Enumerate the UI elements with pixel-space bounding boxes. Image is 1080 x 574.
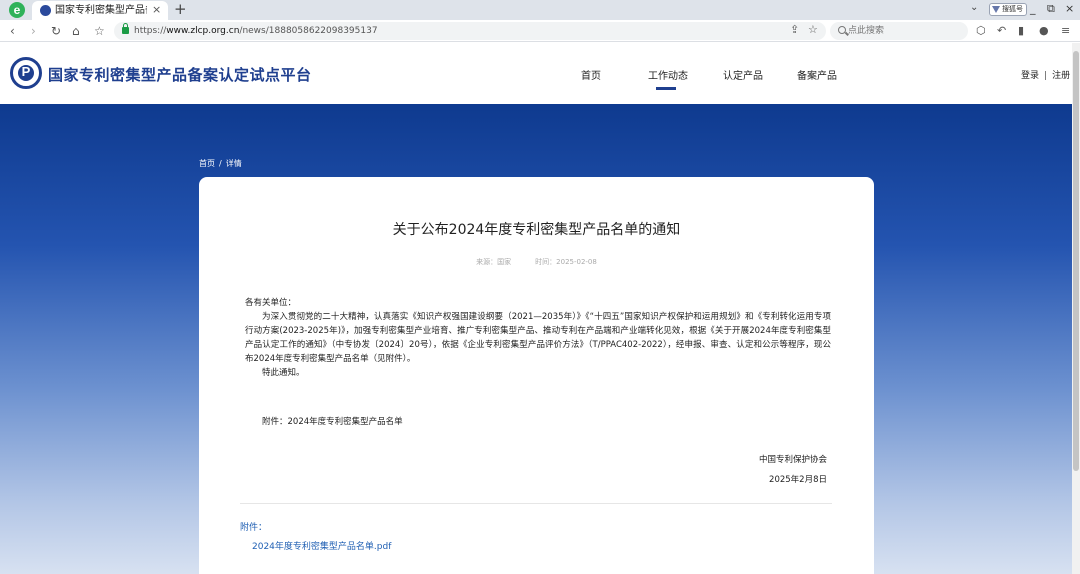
share-icon[interactable]: ⇪ bbox=[790, 23, 799, 36]
nav-item-certified-products[interactable]: 认定产品 bbox=[723, 67, 763, 82]
new-tab-button[interactable]: + bbox=[174, 0, 187, 19]
tab-list-chevron-icon[interactable]: ⌄ bbox=[970, 2, 978, 13]
auth-links: 登录 | 注册 bbox=[1021, 68, 1070, 81]
browser-toolbar: ‹ › ↻ ⌂ ☆ https://www.zlcp.org.cn/news/1… bbox=[0, 20, 1080, 42]
site-favicon-icon bbox=[40, 5, 51, 16]
menu-icon[interactable]: ≡ bbox=[1061, 24, 1070, 38]
address-bar[interactable]: https://www.zlcp.org.cn/news/18880586220… bbox=[114, 22, 826, 40]
article-salutation: 各有关单位： bbox=[245, 298, 297, 308]
back-button[interactable]: ‹ bbox=[10, 23, 15, 39]
article-card: 关于公布2024年度专利密集型产品名单的通知 来源：国家 时间：2025-02-0… bbox=[199, 177, 874, 574]
breadcrumb-home[interactable]: 首页 bbox=[199, 159, 215, 168]
nav-item-filed-products[interactable]: 备案产品 bbox=[797, 67, 837, 82]
tab-title: 国家专利密集型产品备案认 bbox=[55, 5, 147, 16]
site-logo-icon[interactable] bbox=[10, 57, 42, 89]
site-title[interactable]: 国家专利密集型产品备案认定试点平台 bbox=[48, 64, 312, 85]
browser-tab[interactable]: 国家专利密集型产品备案认 × bbox=[32, 1, 168, 20]
profile-badge[interactable]: 搜狐号 bbox=[989, 3, 1027, 16]
lock-icon bbox=[122, 23, 129, 34]
nav-item-home[interactable]: 首页 bbox=[581, 67, 601, 82]
signature-date: 2025年2月8日 bbox=[769, 475, 827, 485]
login-link[interactable]: 登录 bbox=[1021, 68, 1039, 81]
reload-button[interactable]: ↻ bbox=[51, 23, 61, 39]
close-window-button[interactable]: × bbox=[1065, 1, 1074, 17]
attachment-file-link[interactable]: 2024年度专利密集型产品名单.pdf bbox=[252, 539, 391, 552]
home-button[interactable]: ⌂ bbox=[72, 23, 80, 39]
attachment-note: 附件：2024年度专利密集型产品名单 bbox=[262, 417, 403, 427]
article-title: 关于公布2024年度专利密集型产品名单的通知 bbox=[392, 222, 681, 238]
article-paragraph: 为深入贯彻党的二十大精神，认真落实《知识产权强国建设纲要（2021—2035年）… bbox=[245, 312, 831, 364]
search-input[interactable] bbox=[848, 24, 958, 38]
attachments-label: 附件： bbox=[240, 523, 268, 533]
star-icon[interactable]: ☆ bbox=[808, 23, 818, 36]
breadcrumb-current: 详情 bbox=[225, 159, 242, 168]
article-body: 各有关单位： 为深入贯彻党的二十大精神，认真落实《知识产权强国建设纲要（2021… bbox=[245, 296, 831, 380]
browser-logo-icon[interactable]: e bbox=[9, 2, 25, 18]
sidebar-icon[interactable]: ▮ bbox=[1018, 24, 1024, 38]
extensions-icon[interactable]: ⬡ bbox=[976, 24, 986, 38]
bookmark-button[interactable]: ☆ bbox=[94, 23, 105, 39]
article-meta: 来源：国家 时间：2025-02-08 bbox=[199, 257, 874, 267]
article-source: 来源：国家 bbox=[476, 258, 512, 266]
forward-button[interactable]: › bbox=[31, 23, 36, 39]
account-icon[interactable]: ● bbox=[1039, 24, 1049, 38]
site-header: 国家专利密集型产品备案认定试点平台 首页 工作动态 认定产品 备案产品 登录 | 注… bbox=[0, 43, 1072, 104]
signature-org: 中国专利保护协会 bbox=[758, 455, 827, 465]
undo-icon[interactable]: ↶ bbox=[997, 24, 1006, 38]
browser-tab-bar: e 国家专利密集型产品备案认 × + ⌄ 搜狐号 _ ⧉ × bbox=[0, 0, 1080, 20]
breadcrumb-separator: / bbox=[219, 159, 222, 168]
breadcrumb: 首页 / 详情 bbox=[199, 158, 242, 169]
register-link[interactable]: 注册 bbox=[1052, 68, 1070, 81]
article-closing: 特此通知。 bbox=[262, 368, 305, 378]
page-scrollbar[interactable] bbox=[1072, 43, 1080, 574]
article-time: 时间：2025-02-08 bbox=[535, 258, 597, 266]
nav-item-work-news[interactable]: 工作动态 bbox=[648, 67, 688, 82]
tab-close-icon[interactable]: × bbox=[152, 3, 161, 17]
restore-button[interactable]: ⧉ bbox=[1047, 1, 1055, 17]
url-text[interactable]: https://www.zlcp.org.cn/news/18880586220… bbox=[134, 25, 378, 37]
scrollbar-thumb[interactable] bbox=[1073, 51, 1079, 471]
minimize-button[interactable]: _ bbox=[1030, 1, 1036, 17]
auth-separator: | bbox=[1044, 71, 1048, 81]
search-box[interactable] bbox=[830, 22, 968, 40]
nav-active-indicator bbox=[656, 87, 676, 90]
divider bbox=[240, 503, 832, 504]
search-icon bbox=[838, 26, 846, 34]
